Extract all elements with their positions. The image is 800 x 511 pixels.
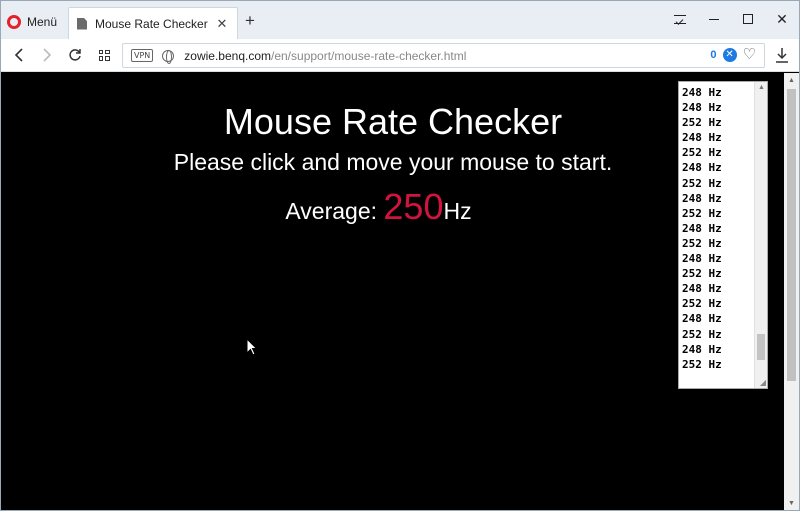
log-line: 248 Hz xyxy=(682,252,722,266)
maximize-button[interactable] xyxy=(731,1,765,37)
log-scrollbar[interactable]: ▲ xyxy=(754,82,767,388)
tab-strip: Menü Mouse Rate Checker ✕ + ✕ xyxy=(1,1,799,39)
reload-button[interactable] xyxy=(65,45,85,65)
tab-stash-button[interactable] xyxy=(663,1,697,37)
log-line: 252 Hz xyxy=(682,236,722,250)
mouse-cursor-icon xyxy=(246,337,258,361)
reload-icon xyxy=(69,49,81,61)
download-icon xyxy=(776,48,788,63)
ad-block-count[interactable]: 0 xyxy=(710,49,716,61)
forward-button[interactable] xyxy=(37,45,57,65)
address-bar-actions: 0 ✕ ♡ xyxy=(710,47,756,62)
page-subtitle: Please click and move your mouse to star… xyxy=(173,149,613,175)
ad-blocker-icon[interactable]: ✕ xyxy=(722,47,737,62)
page-content[interactable]: Mouse Rate Checker Please click and move… xyxy=(1,73,785,510)
log-line: 248 Hz xyxy=(682,86,722,99)
opera-logo-icon xyxy=(7,15,21,29)
opera-menu-button[interactable]: Menü xyxy=(7,11,57,33)
tab-title: Mouse Rate Checker xyxy=(95,16,208,31)
rate-log-textarea[interactable]: 248 Hz 248 Hz 252 Hz 248 Hz 252 Hz 248 Hz 252 … xyxy=(678,81,768,389)
tab-close-icon[interactable]: ✕ xyxy=(215,16,229,32)
log-line: 252 Hz xyxy=(682,116,722,130)
globe-icon[interactable] xyxy=(162,49,175,64)
minimize-button[interactable] xyxy=(697,1,731,37)
menu-label: Menü xyxy=(27,15,58,29)
url-path: /en/support/mouse-rate-checker.html xyxy=(271,48,467,63)
close-window-button[interactable]: ✕ xyxy=(765,1,799,37)
maximize-icon xyxy=(743,14,753,24)
average-readout: Average: 250Hz xyxy=(1,186,756,228)
document-icon xyxy=(77,17,87,30)
log-line: 248 Hz xyxy=(682,342,722,356)
average-unit: Hz xyxy=(443,198,472,224)
log-line: 252 Hz xyxy=(682,357,722,371)
browser-window: Menü Mouse Rate Checker ✕ + ✕ VPN zowie.… xyxy=(0,0,800,511)
average-label: Average: xyxy=(285,198,378,224)
resize-handle-icon[interactable]: ◢ xyxy=(760,378,766,387)
new-tab-button[interactable]: + xyxy=(245,12,255,29)
average-value: 250 xyxy=(383,186,444,227)
back-button[interactable] xyxy=(9,45,29,65)
tab-stash-icon xyxy=(674,14,686,24)
log-line: 252 Hz xyxy=(682,327,722,341)
scroll-up-icon[interactable]: ▲ xyxy=(758,84,765,91)
page-scroll-down-icon[interactable]: ▼ xyxy=(788,500,795,507)
log-line: 252 Hz xyxy=(682,297,722,311)
download-button[interactable] xyxy=(775,47,789,63)
rate-log-lines: 248 Hz 248 Hz 252 Hz 248 Hz 252 Hz 248 Hz 252 … xyxy=(682,85,722,372)
log-scroll-thumb[interactable] xyxy=(757,334,765,360)
log-line: 252 Hz xyxy=(682,176,722,190)
page-scroll-thumb[interactable] xyxy=(787,89,796,381)
heart-icon[interactable]: ♡ xyxy=(743,47,756,62)
address-bar[interactable]: VPN zowie.benq.com/en/support/mouse-rate… xyxy=(122,43,765,68)
url-text[interactable]: zowie.benq.com/en/support/mouse-rate-che… xyxy=(184,49,466,63)
back-arrow-icon xyxy=(14,48,23,62)
log-line: 248 Hz xyxy=(682,312,722,326)
page-scrollbar[interactable]: ▲ ▼ xyxy=(784,73,799,510)
log-line: 248 Hz xyxy=(682,131,722,145)
close-icon: ✕ xyxy=(776,10,788,27)
forward-arrow-icon xyxy=(43,48,52,62)
page-title: Mouse Rate Checker xyxy=(223,101,563,142)
minimize-icon xyxy=(709,18,719,20)
grid-icon xyxy=(98,49,110,61)
navigation-bar: VPN zowie.benq.com/en/support/mouse-rate… xyxy=(1,39,799,72)
log-line: 252 Hz xyxy=(682,146,722,160)
log-line: 248 Hz xyxy=(682,282,722,296)
log-line: 248 Hz xyxy=(682,101,722,115)
window-controls: ✕ xyxy=(663,1,799,37)
page-scroll-up-icon[interactable]: ▲ xyxy=(788,77,795,84)
log-line: 248 Hz xyxy=(682,161,722,175)
log-line: 252 Hz xyxy=(682,267,722,281)
url-domain: zowie.benq.com xyxy=(184,48,271,63)
tab-mouse-rate-checker[interactable]: Mouse Rate Checker ✕ xyxy=(68,7,238,39)
log-line: 248 Hz xyxy=(682,191,722,205)
log-line: 252 Hz xyxy=(682,206,722,220)
speed-dial-button[interactable] xyxy=(94,45,114,65)
vpn-badge[interactable]: VPN xyxy=(131,49,154,62)
log-line: 248 Hz xyxy=(682,221,722,235)
